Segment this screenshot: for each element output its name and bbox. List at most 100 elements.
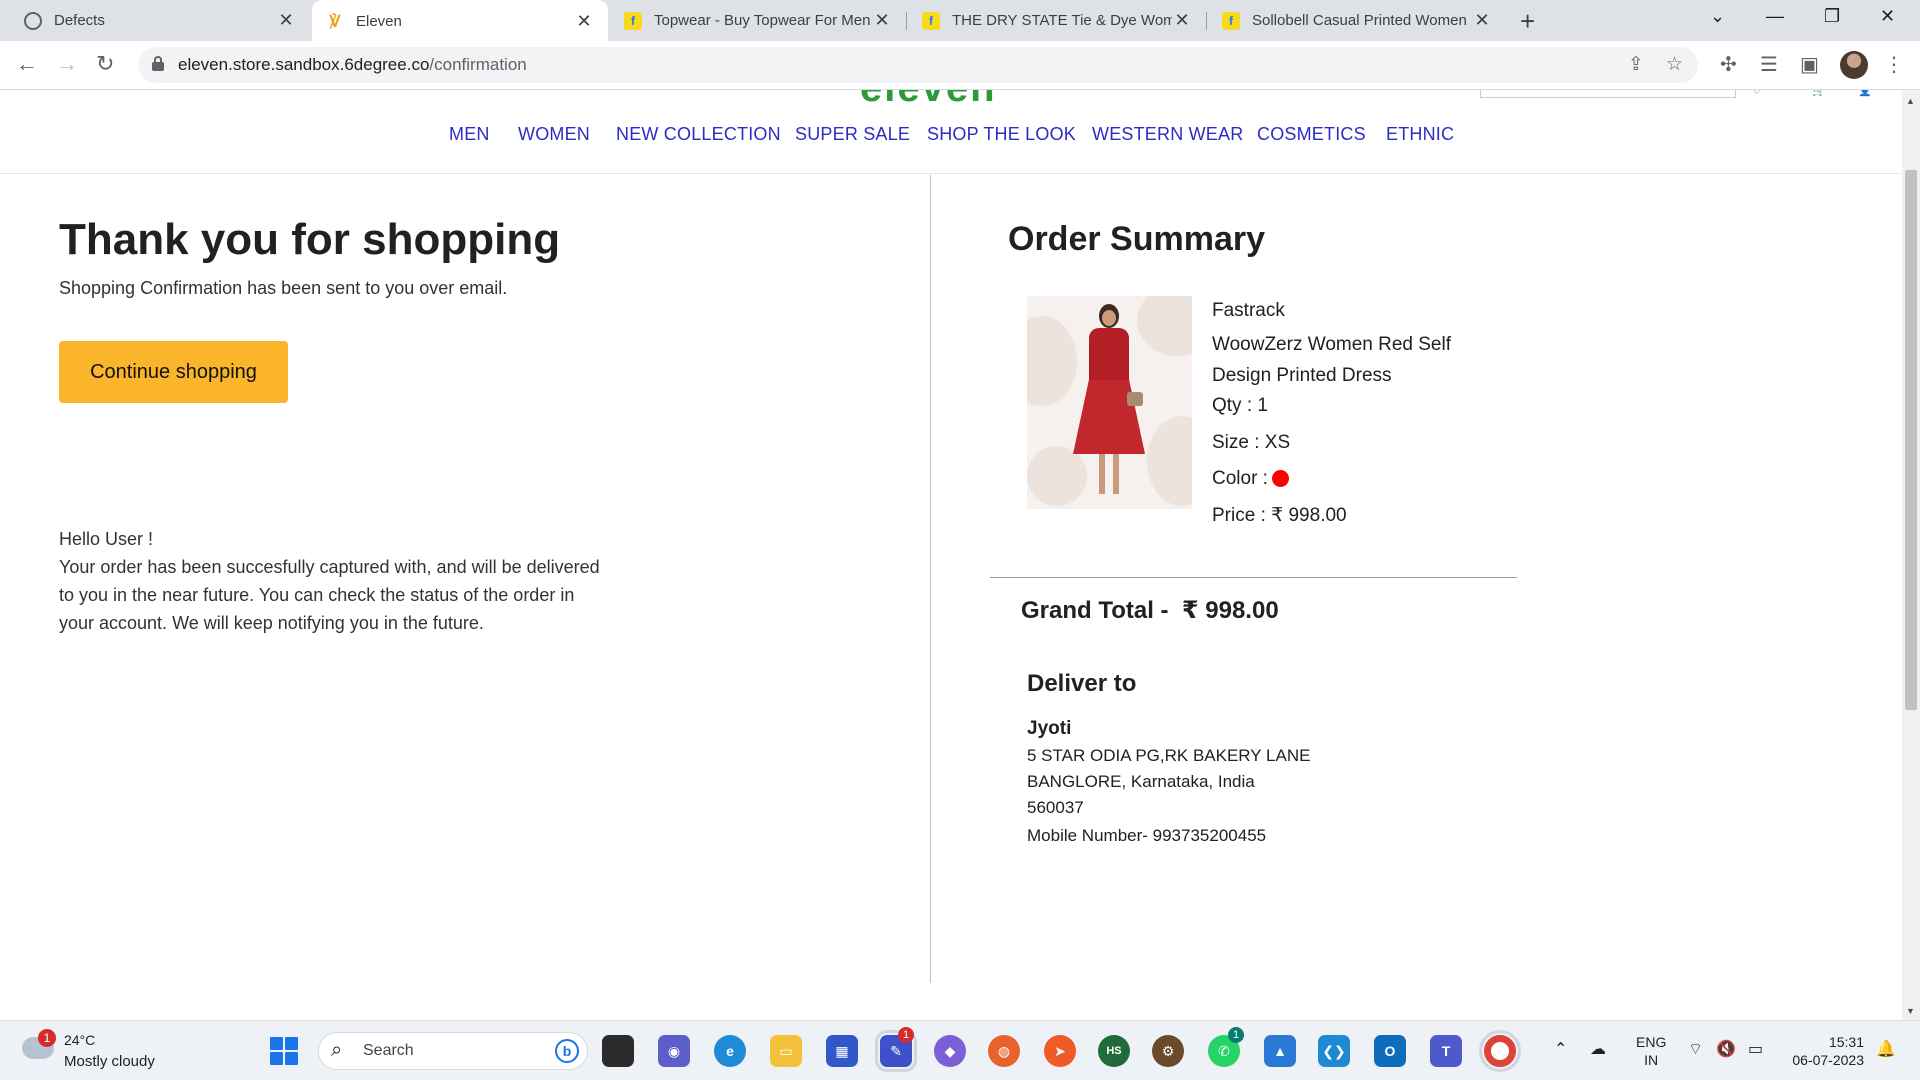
grand-total: Grand Total - ₹ 998.00	[1021, 597, 1279, 624]
nav-ethnic[interactable]: ETHNIC	[1386, 124, 1454, 145]
search-icon: ⌕	[331, 1039, 343, 1061]
nav-cosmetics[interactable]: COSMETICS	[1257, 124, 1366, 145]
profile-avatar[interactable]	[1840, 51, 1868, 79]
tab-close-icon[interactable]: ✕	[872, 10, 892, 31]
product-brand: Fastrack	[1212, 300, 1285, 321]
reading-list-icon[interactable]: ☰	[1760, 52, 1778, 77]
restore-icon[interactable]: ❐	[1824, 6, 1840, 27]
chrome-icon[interactable]	[1479, 1030, 1521, 1072]
scroll-down-icon[interactable]: ▼	[1906, 1006, 1915, 1016]
close-window-icon[interactable]: ✕	[1880, 6, 1895, 27]
chat-icon[interactable]: ◉	[658, 1035, 690, 1067]
globe-icon	[24, 11, 42, 30]
address-bar[interactable]: eleven.store.sandbox.6degree.co/confirma…	[138, 47, 1698, 83]
settings-gear-icon[interactable]: ⚙	[1152, 1035, 1184, 1067]
greeting-text: Hello User !	[59, 529, 154, 549]
clock-date: 06-07-2023	[1792, 1052, 1864, 1068]
speaker-muted-icon[interactable]: 🔇	[1716, 1039, 1736, 1059]
tab-close-icon[interactable]: ✕	[574, 11, 594, 32]
scrollbar-thumb[interactable]	[1905, 170, 1917, 710]
forward-icon[interactable]: →	[56, 51, 78, 77]
tab-dry-state[interactable]: f THE DRY STATE Tie & Dye Wome ✕	[908, 0, 1206, 41]
search-label: Search	[363, 1042, 414, 1059]
battery-icon[interactable]: ▭	[1748, 1039, 1763, 1059]
browser-tabstrip: Defects ✕ ℣ Eleven ✕ f Topwear - Buy Top…	[0, 0, 1920, 43]
windows-start-icon[interactable]	[270, 1037, 298, 1065]
product-image[interactable]	[1027, 296, 1192, 509]
recipient-name: Jyoti	[1027, 718, 1072, 739]
notification-bell-icon[interactable]: 🔔	[1876, 1039, 1896, 1059]
product-color-label: Color :	[1212, 468, 1268, 489]
nav-new-collection[interactable]: NEW COLLECTION	[616, 124, 781, 145]
product-name-cont[interactable]: Design Printed Dress	[1212, 365, 1392, 387]
weather-description[interactable]: Mostly cloudy	[64, 1053, 155, 1070]
color-swatch	[1271, 470, 1289, 488]
tab-sollobell[interactable]: f Sollobell Casual Printed Women ✕	[1208, 0, 1506, 41]
task-view-icon[interactable]	[602, 1035, 634, 1067]
language-indicator[interactable]: ENG IN	[1636, 1033, 1666, 1069]
postman-icon[interactable]: ➤	[1044, 1035, 1076, 1067]
firefox-icon[interactable]: ◍	[988, 1035, 1020, 1067]
browser-toolbar: ← → ↻ eleven.store.sandbox.6degree.co/co…	[0, 41, 1920, 90]
taskbar: 1 24°C Mostly cloudy ⌕ Search b ◉ e ▭ ▦ …	[0, 1020, 1920, 1080]
product-color: Color :	[1212, 468, 1289, 490]
tab-topwear[interactable]: f Topwear - Buy Topwear For Men, ✕	[610, 0, 906, 41]
tab-defects[interactable]: Defects ✕	[10, 0, 310, 41]
reload-icon[interactable]: ↻	[96, 51, 114, 77]
tab-eleven[interactable]: ℣ Eleven ✕	[312, 0, 608, 43]
nav-men[interactable]: MEN	[449, 124, 490, 145]
tab-search-chevron-icon[interactable]: ⌄	[1710, 6, 1725, 27]
tab-close-icon[interactable]: ✕	[276, 10, 296, 31]
side-panel-icon[interactable]: ▣	[1800, 52, 1819, 77]
scroll-up-icon[interactable]: ▲	[1906, 96, 1915, 106]
onedrive-cloud-icon[interactable]: ☁	[1590, 1039, 1606, 1059]
wifi-icon[interactable]: ⌔	[1688, 1039, 1703, 1059]
photos-icon[interactable]: ▲	[1264, 1035, 1296, 1067]
continue-shopping-button[interactable]: Continue shopping	[59, 341, 288, 403]
deliver-to-title: Deliver to	[1027, 670, 1137, 697]
flipkart-icon: f	[922, 11, 940, 30]
product-name[interactable]: WoowZerz Women Red Self	[1212, 334, 1451, 356]
page-viewport: eleven ♡ 🛒 👤 MEN WOMEN NEW COLLECTION SU…	[0, 90, 1902, 1020]
store-icon[interactable]: ▦	[826, 1035, 858, 1067]
order-summary-title: Order Summary	[1008, 220, 1265, 258]
nav-western-wear[interactable]: WESTERN WEAR	[1092, 124, 1243, 145]
vscode-icon[interactable]: ❮❯	[1318, 1035, 1350, 1067]
tab-separator	[906, 12, 907, 30]
order-message: Hello User ! Your order has been succesf…	[59, 525, 659, 637]
tab-title: THE DRY STATE Tie & Dye Wome	[952, 12, 1172, 29]
bing-icon[interactable]: b	[555, 1039, 579, 1063]
hs-app-icon[interactable]: HS	[1098, 1035, 1130, 1067]
extensions-icon[interactable]: ✣	[1720, 52, 1737, 77]
tab-close-icon[interactable]: ✕	[1172, 10, 1192, 31]
taskbar-search[interactable]: ⌕ Search b	[318, 1032, 588, 1070]
menu-kebab-icon[interactable]: ⋮	[1884, 52, 1904, 77]
app-badge: 1	[898, 1027, 914, 1043]
outlook-icon[interactable]: O	[1374, 1035, 1406, 1067]
weather-temperature[interactable]: 24°C	[64, 1032, 95, 1048]
bookmark-star-icon[interactable]: ☆	[1666, 53, 1683, 76]
address-line-1: 5 STAR ODIA PG,RK BAKERY LANE	[1027, 746, 1311, 765]
address-pincode: 560037	[1027, 798, 1084, 817]
eleven-logo-icon: ℣	[328, 13, 342, 31]
minimize-icon[interactable]: —	[1766, 6, 1784, 27]
share-icon[interactable]: ⇪	[1628, 53, 1644, 76]
copilot-icon[interactable]: ◆	[934, 1035, 966, 1067]
product-size: Size : XS	[1212, 432, 1291, 453]
tab-title: Topwear - Buy Topwear For Men,	[654, 12, 872, 29]
file-explorer-icon[interactable]: ▭	[770, 1035, 802, 1067]
tab-close-icon[interactable]: ✕	[1472, 10, 1492, 31]
nav-super-sale[interactable]: SUPER SALE	[795, 124, 910, 145]
system-clock[interactable]: 15:31 06-07-2023	[1784, 1033, 1864, 1069]
nav-women[interactable]: WOMEN	[518, 124, 590, 145]
column-divider	[930, 175, 931, 983]
new-tab-icon[interactable]: +	[1520, 6, 1535, 37]
back-icon[interactable]: ←	[16, 51, 38, 77]
summary-divider	[990, 577, 1517, 578]
tray-chevron-icon[interactable]: ⌃	[1554, 1039, 1567, 1059]
teams-icon[interactable]: T	[1430, 1035, 1462, 1067]
page-scrollbar[interactable]: ▲ ▼	[1902, 90, 1920, 1020]
url-text[interactable]: eleven.store.sandbox.6degree.co/confirma…	[178, 55, 527, 75]
edge-icon[interactable]: e	[714, 1035, 746, 1067]
nav-shop-the-look[interactable]: SHOP THE LOOK	[927, 124, 1076, 145]
